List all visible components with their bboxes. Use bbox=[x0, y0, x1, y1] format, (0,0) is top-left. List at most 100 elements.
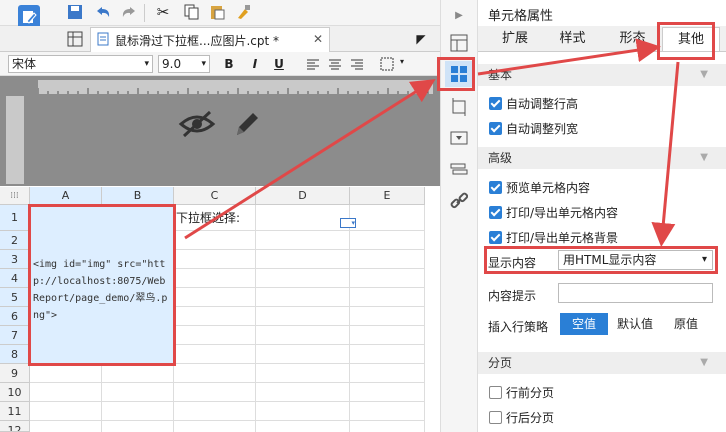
checkbox-label: 自动调整行高 bbox=[506, 96, 579, 111]
horizontal-ruler bbox=[37, 80, 433, 94]
hide-eye-icon[interactable] bbox=[178, 110, 216, 141]
row-header-5[interactable]: 5 bbox=[0, 288, 30, 307]
checkbox-checked-icon bbox=[489, 180, 502, 194]
widget-frame-icon[interactable] bbox=[445, 94, 473, 120]
file-tab[interactable]: 鼠标滑过下拉框...应图片.cpt * ✕ bbox=[90, 27, 330, 52]
row-header-1[interactable]: 1 bbox=[0, 205, 30, 231]
checkbox-print-background[interactable]: 打印/导出单元格背景 bbox=[489, 228, 618, 246]
bold-button[interactable]: B bbox=[218, 53, 240, 75]
chevron-down-icon: ▼ bbox=[700, 69, 708, 80]
row-header-11[interactable]: 11 bbox=[0, 402, 30, 421]
checkbox-checked-icon bbox=[489, 121, 502, 135]
chevron-down-icon: ▾ bbox=[701, 254, 707, 265]
checkbox-label: 自动调整列宽 bbox=[506, 121, 579, 136]
font-size-value: 9.0 bbox=[162, 57, 182, 71]
tooltip-label: 内容提示 bbox=[488, 289, 537, 303]
insert-option-null[interactable]: 空值 bbox=[560, 313, 608, 335]
chevron-down-icon: ▾ bbox=[201, 59, 206, 69]
section-paging[interactable]: 分页 ▼ bbox=[478, 352, 726, 374]
section-advanced[interactable]: 高级 ▼ bbox=[478, 147, 726, 169]
format-painter-icon[interactable] bbox=[232, 1, 254, 23]
insert-option-default[interactable]: 默认值 bbox=[610, 313, 660, 335]
row-header-3[interactable]: 3 bbox=[0, 250, 30, 269]
column-header-e[interactable]: E bbox=[350, 187, 425, 205]
checkbox-label: 预览单元格内容 bbox=[506, 180, 591, 195]
checkbox-label: 打印/导出单元格背景 bbox=[506, 230, 619, 245]
dropdown-widget-tool-icon[interactable] bbox=[445, 125, 473, 151]
chevron-down-icon: ▼ bbox=[700, 152, 708, 163]
checkbox-page-before[interactable]: 行前分页 bbox=[489, 383, 554, 401]
align-center-icon[interactable] bbox=[324, 53, 346, 75]
insert-option-original[interactable]: 原值 bbox=[662, 313, 710, 335]
paste-icon[interactable] bbox=[206, 1, 228, 23]
checkbox-auto-col-width[interactable]: 自动调整列宽 bbox=[489, 119, 578, 137]
font-family-select[interactable]: 宋体 ▾ bbox=[8, 55, 153, 73]
chevron-down-icon: ▾ bbox=[144, 59, 149, 69]
close-tab-icon[interactable]: ✕ bbox=[313, 32, 323, 46]
display-content-select[interactable]: 用HTML显示内容 ▾ bbox=[558, 250, 713, 270]
cell-c1[interactable]: 下拉框选择: bbox=[176, 209, 266, 227]
toolbar-divider bbox=[144, 4, 145, 22]
dropdown-widget-icon[interactable]: ▾ bbox=[340, 218, 356, 228]
border-icon[interactable] bbox=[376, 53, 398, 75]
table-layout-icon[interactable] bbox=[445, 30, 473, 56]
tab-expand[interactable]: 扩展 bbox=[490, 27, 540, 51]
checkbox-checked-icon bbox=[489, 205, 502, 219]
row-header-12[interactable]: 12 bbox=[0, 421, 30, 432]
gridline bbox=[424, 205, 425, 432]
gridline bbox=[30, 382, 425, 383]
file-icon bbox=[97, 32, 109, 49]
collapse-arrow-icon[interactable]: ▶ bbox=[445, 2, 473, 28]
column-header-b[interactable]: B bbox=[102, 187, 174, 205]
underline-button[interactable]: U bbox=[268, 53, 290, 75]
section-advanced-label: 高级 bbox=[488, 151, 513, 165]
display-content-value: 用HTML显示内容 bbox=[563, 253, 657, 267]
tab-other[interactable]: 其他 bbox=[662, 27, 720, 51]
row-header-2[interactable]: 2 bbox=[0, 231, 30, 250]
gridline bbox=[255, 205, 256, 432]
tab-style[interactable]: 样式 bbox=[545, 27, 600, 51]
gridline bbox=[349, 205, 350, 432]
cell-properties-icon[interactable] bbox=[445, 61, 473, 87]
border-dropdown-icon[interactable]: ▾ bbox=[400, 57, 404, 66]
tab-menu-icon[interactable]: ◤ bbox=[410, 28, 432, 50]
row-header-4[interactable]: 4 bbox=[0, 269, 30, 288]
column-header-a[interactable]: A bbox=[30, 187, 102, 205]
redo-icon[interactable] bbox=[118, 1, 140, 23]
undo-icon[interactable] bbox=[92, 1, 114, 23]
grid-view-icon[interactable] bbox=[64, 28, 86, 50]
checkbox-label: 行前分页 bbox=[506, 385, 555, 400]
tab-shape[interactable]: 形态 bbox=[605, 27, 660, 51]
section-basic-label: 基本 bbox=[488, 68, 513, 82]
align-left-icon[interactable] bbox=[302, 53, 324, 75]
checkbox-auto-row-height[interactable]: 自动调整行高 bbox=[489, 94, 578, 112]
row-header-7[interactable]: 7 bbox=[0, 326, 30, 345]
select-all-corner[interactable]: ⁞⁞⁞ bbox=[0, 187, 30, 205]
column-header-d[interactable]: D bbox=[256, 187, 350, 205]
edit-pencil-icon[interactable] bbox=[232, 108, 262, 143]
section-basic[interactable]: 基本 ▼ bbox=[478, 64, 726, 86]
section-paging-label: 分页 bbox=[488, 356, 513, 370]
checkbox-print-content[interactable]: 打印/导出单元格内容 bbox=[489, 203, 618, 221]
row-header-6[interactable]: 6 bbox=[0, 307, 30, 326]
font-family-value: 宋体 bbox=[12, 57, 37, 71]
row-header-8[interactable]: 8 bbox=[0, 345, 30, 364]
hyperlink-icon[interactable] bbox=[445, 188, 473, 214]
save-icon[interactable] bbox=[64, 1, 86, 23]
font-size-select[interactable]: 9.0 ▾ bbox=[158, 55, 210, 73]
column-header-c[interactable]: C bbox=[174, 187, 256, 205]
align-right-icon[interactable] bbox=[346, 53, 368, 75]
checkbox-label: 打印/导出单元格内容 bbox=[506, 205, 619, 220]
condition-icon[interactable] bbox=[445, 157, 473, 183]
copy-icon[interactable] bbox=[180, 1, 202, 23]
gridline bbox=[30, 401, 425, 402]
checkbox-page-after[interactable]: 行后分页 bbox=[489, 408, 554, 426]
checkbox-preview-content[interactable]: 预览单元格内容 bbox=[489, 178, 590, 196]
row-header-10[interactable]: 10 bbox=[0, 383, 30, 402]
chevron-down-icon: ▼ bbox=[700, 357, 708, 368]
tooltip-input[interactable] bbox=[558, 283, 713, 303]
italic-button[interactable]: I bbox=[244, 53, 266, 75]
row-header-9[interactable]: 9 bbox=[0, 364, 30, 383]
cut-icon[interactable]: ✂ bbox=[152, 1, 174, 23]
checkbox-unchecked-icon bbox=[489, 410, 502, 424]
